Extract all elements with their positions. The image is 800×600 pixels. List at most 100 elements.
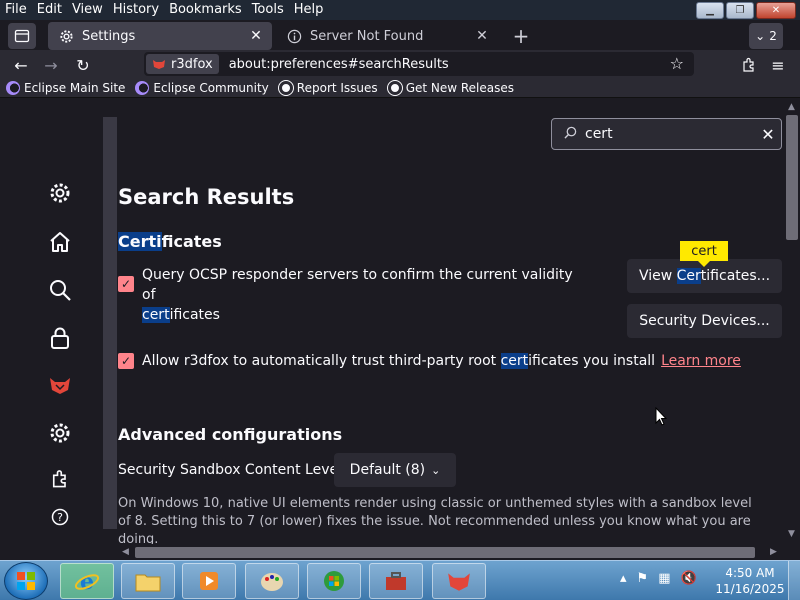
select-value: Default (8) [349,462,426,478]
list-all-tabs-button[interactable]: ⌄ 2 [749,23,783,49]
network-icon[interactable]: ▦ [658,571,670,586]
media-player-icon [200,572,218,590]
trust-text-rest: ificates you install [528,353,656,369]
volume-muted-icon[interactable]: 🔇 [680,571,696,586]
close-tab-icon[interactable]: ✕ [246,28,266,44]
bookmark-get-new-releases[interactable]: Get New Releases [386,79,514,96]
tab-title: Settings [82,28,136,44]
reload-button[interactable]: ↻ [72,54,94,76]
vertical-scroll-thumb[interactable] [786,115,798,240]
eclipse-icon [135,80,150,95]
search-highlight: cert [500,353,529,369]
internet-explorer-icon: e [74,569,100,594]
bookmark-eclipse-main[interactable]: Eclipse Main Site [6,80,126,95]
sidebar-general-gear-icon[interactable] [46,179,74,207]
taskbar-internet-explorer[interactable]: e [60,563,114,599]
firefox-view-icon [14,29,30,43]
trust-root-checkbox[interactable]: ✓ [118,353,134,369]
system-tray: ▴ ⚑ ▦ 🔇 [620,571,697,586]
bookmark-label: Eclipse Main Site [24,80,126,95]
taskbar-r3dfox[interactable] [432,563,486,599]
taskbar-media-player[interactable] [182,563,236,599]
forward-button[interactable]: → [40,54,62,76]
horizontal-scrollbar[interactable]: ◀ ▶ [118,544,784,560]
extensions-button[interactable] [738,54,760,76]
search-highlight: cert [142,307,170,323]
scroll-down-icon[interactable]: ▼ [788,529,795,539]
taskbar-media-center[interactable] [307,563,361,599]
restore-button[interactable]: ❐ [726,2,754,19]
tab-settings[interactable]: Settings ✕ [48,22,272,50]
menu-bookmarks[interactable]: Bookmarks [164,0,247,20]
identity-box[interactable]: r3dfox [146,54,219,74]
sandbox-description: On Windows 10, native UI elements render… [118,496,752,547]
tab-server-not-found[interactable]: Server Not Found ✕ [276,22,498,50]
menu-help[interactable]: Help [289,0,329,20]
trust-text: Allow r3dfox to automatically trust thir… [142,353,501,369]
sidebar-help-icon[interactable]: ? [46,503,74,531]
taskbar-paint[interactable] [245,563,299,599]
minimize-button[interactable]: ▁ [696,2,724,19]
sidebar-r3dfox-icon[interactable] [46,371,74,399]
settings-search-input[interactable]: cert ✕ [551,118,782,150]
search-icon [564,126,577,143]
paint-palette-icon [261,573,283,591]
bookmark-eclipse-community[interactable]: Eclipse Community [135,80,269,95]
taskbar-toolbox[interactable] [369,563,423,599]
toolbox-icon [386,572,406,590]
action-center-flag-icon[interactable]: ⚑ [637,571,649,586]
tab-count: 2 [769,29,777,43]
gear-icon [58,28,74,44]
show-desktop-button[interactable] [788,561,800,600]
windows-logo-icon [17,572,35,590]
taskbar-clock[interactable]: 4:50 AM 11/16/2025 [714,565,786,597]
scroll-left-icon[interactable]: ◀ [122,547,129,557]
bookmark-star-icon[interactable]: ☆ [670,54,684,73]
scroll-up-icon[interactable]: ▲ [788,102,795,112]
sidebar-search-icon[interactable] [46,276,74,304]
url-text[interactable]: about:preferences#searchResults [229,57,449,72]
vertical-scrollbar[interactable]: ▲ ▼ [784,99,800,544]
firefox-view-button[interactable] [8,23,36,49]
sidebar-privacy-lock-icon[interactable] [46,324,74,352]
taskbar-explorer[interactable] [121,563,175,599]
eclipse-icon [6,80,20,95]
clear-search-icon[interactable]: ✕ [755,125,781,144]
menu-file[interactable]: File [0,0,32,20]
taskbar: e ▴ ⚑ ▦ 🔇 4:50 AM 11/16/2025 [0,560,800,600]
menu-edit[interactable]: Edit [32,0,67,20]
horizontal-scroll-thumb[interactable] [135,547,755,558]
sidebar-settings-gear-icon[interactable] [46,419,74,447]
show-hidden-icons-icon[interactable]: ▴ [620,571,627,586]
r3dfox-logo-icon [448,573,470,591]
app-menu-button[interactable]: ≡ [767,54,789,76]
scroll-right-icon[interactable]: ▶ [770,547,777,557]
identity-label: r3dfox [171,56,213,72]
menu-view[interactable]: View [67,0,108,20]
sidebar-extensions-puzzle-icon[interactable] [46,465,74,493]
menu-bar: File Edit View History Bookmarks Tools H… [0,0,800,20]
content-gutter [103,117,117,529]
url-bar[interactable]: r3dfox about:preferences#searchResults ☆ [144,52,694,76]
bookmark-report-issues[interactable]: Report Issues [277,79,378,96]
menu-tools[interactable]: Tools [247,0,289,20]
clock-time: 4:50 AM [725,566,775,580]
close-window-button[interactable]: ✕ [756,2,796,19]
svg-text:e: e [80,569,94,594]
learn-more-link[interactable]: Learn more [661,353,741,369]
start-button[interactable] [4,562,48,600]
ocsp-checkbox[interactable]: ✓ [118,276,134,292]
back-button[interactable]: ← [10,54,32,76]
mouse-cursor-icon [655,407,667,426]
close-tab-icon[interactable]: ✕ [472,28,492,44]
section-certificates-heading: Certificates [118,232,222,251]
github-icon [386,79,403,96]
menu-history[interactable]: History [108,0,164,20]
window-controls: ▁ ❐ ✕ [696,2,796,19]
r3dfox-logo-icon [153,60,165,69]
sidebar-home-icon[interactable] [46,228,74,256]
security-devices-button[interactable]: Security Devices... [627,304,782,338]
navigation-toolbar: ← → ↻ r3dfox about:preferences#searchRes… [0,50,800,78]
sandbox-level-select[interactable]: Default (8) ⌄ [334,453,456,487]
new-tab-button[interactable]: + [508,24,534,48]
